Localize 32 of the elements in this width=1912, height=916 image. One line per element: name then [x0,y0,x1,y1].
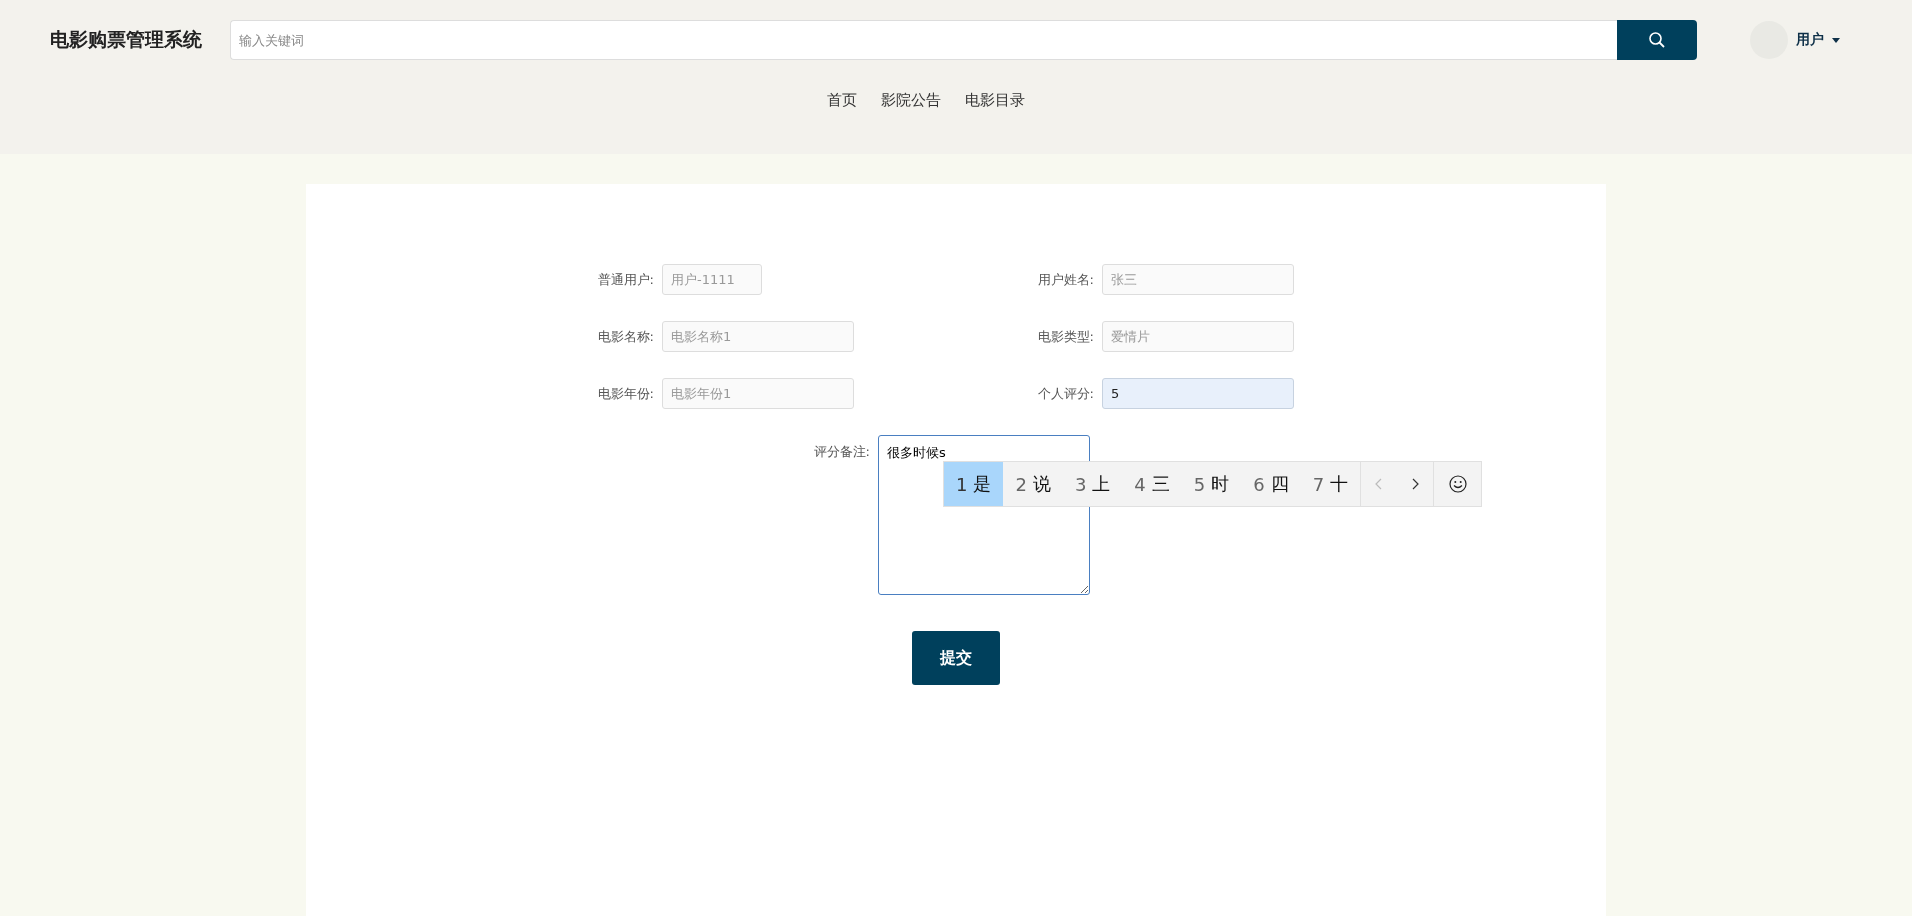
candidate-item[interactable]: 5 时 [1181,462,1242,506]
field-label: 电影名称: [596,327,654,346]
search-field[interactable]: 输入关键词 [230,20,1617,60]
nav-link[interactable]: 首页 [827,91,857,110]
field-label: 评分备注: [812,443,870,461]
candidate-item[interactable]: 1 是 [944,462,1004,506]
caret-icon [1832,37,1840,43]
nav-link[interactable]: 影院公告 [881,91,941,110]
search-icon [1648,31,1666,49]
candidate-item[interactable]: 4 三 [1122,462,1182,506]
user-menu[interactable]: 用户 [1796,31,1840,49]
chevron-left-icon [1375,478,1384,490]
search-button[interactable] [1617,20,1697,60]
input-field[interactable]: 电影名称1 [662,321,854,352]
input-field[interactable]: 爱情片 [1102,321,1294,352]
input-field[interactable]: 张三 [1102,264,1294,295]
candidate-item[interactable]: 6 四 [1241,462,1301,506]
field-label: 普通用户: [596,270,654,289]
candidate-item[interactable]: 2 说 [1003,462,1063,506]
field-label: 个人评分: [1036,384,1094,403]
submit-button[interactable]: 提交 [912,631,1000,685]
site-title: 电影购票管理系统 [50,27,203,52]
field-label: 电影年份: [596,384,654,403]
field-label: 用户姓名: [1036,270,1094,289]
input-field[interactable]: 用户-1111 [662,264,762,295]
field-label: 电影类型: [1036,327,1094,346]
candidate-item[interactable]: 7 十 [1300,462,1361,506]
nav-link[interactable]: 电影目录 [965,91,1025,110]
chevron-right-icon [1411,478,1420,490]
smiley-icon [1448,475,1467,493]
input-field[interactable]: 5 [1102,378,1294,409]
input-field[interactable]: 电影年份1 [662,378,854,409]
